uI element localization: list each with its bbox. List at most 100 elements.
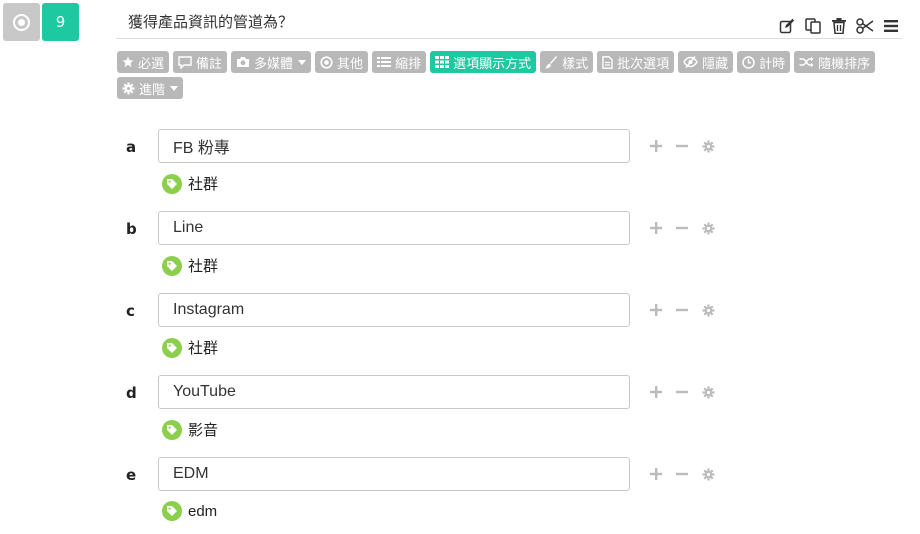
- tag-icon: [162, 419, 182, 440]
- dot-circle-icon: [320, 55, 333, 69]
- tag-label: 社群: [188, 258, 219, 275]
- file-icon: [602, 55, 613, 69]
- option-text-input[interactable]: [158, 293, 630, 327]
- question-type-badge[interactable]: [3, 3, 40, 41]
- gear-icon[interactable]: [698, 137, 718, 155]
- plus-icon[interactable]: [646, 301, 666, 319]
- option-text-input[interactable]: [158, 375, 630, 409]
- option-tag[interactable]: 影音: [162, 419, 218, 440]
- grid-icon: [435, 56, 450, 68]
- multimedia-button-label: 多媒體: [254, 56, 294, 72]
- option-tag[interactable]: 社群: [162, 255, 218, 276]
- minus-icon[interactable]: [672, 383, 692, 401]
- style-button[interactable]: 樣式: [540, 51, 594, 73]
- style-button-label: 樣式: [562, 56, 589, 72]
- menu-icon[interactable]: [880, 16, 902, 36]
- multimedia-button[interactable]: 多媒體: [231, 51, 312, 73]
- note-button-label: 備註: [196, 56, 223, 72]
- tag-icon: [162, 173, 182, 194]
- star-icon: [122, 56, 134, 67]
- tag-label: edm: [188, 502, 218, 520]
- timer-button[interactable]: 計時: [737, 51, 791, 73]
- gear-icon[interactable]: [698, 383, 718, 401]
- comment-icon: [178, 55, 192, 69]
- tag-label: 社群: [188, 176, 219, 193]
- option-letter: c: [126, 302, 135, 320]
- option-letter: a: [126, 138, 137, 156]
- minus-icon[interactable]: [672, 301, 692, 319]
- copy-icon[interactable]: [802, 16, 824, 36]
- scissors-icon[interactable]: [854, 16, 876, 36]
- option-item: a 社群: [126, 129, 726, 207]
- option-tag[interactable]: 社群: [162, 173, 218, 194]
- gear-icon: [122, 82, 135, 94]
- gear-icon[interactable]: [698, 301, 718, 319]
- plus-icon[interactable]: [646, 465, 666, 483]
- batch-options-button[interactable]: 批次選項: [597, 51, 675, 73]
- question-actions: [776, 16, 902, 36]
- tag-icon: [162, 255, 182, 276]
- required-button-label: 必選: [138, 56, 165, 72]
- indent-button[interactable]: 縮排: [372, 51, 427, 73]
- question-toolbar: 必選 備註 多媒體 其他 縮排 選項顯示方式 樣式 批次選項 隱藏 計時 隨機排…: [117, 51, 877, 99]
- timer-button-label: 計時: [759, 56, 786, 72]
- note-button[interactable]: 備註: [173, 51, 228, 73]
- other-button[interactable]: 其他: [315, 51, 369, 73]
- brush-icon: [545, 55, 558, 68]
- option-tag[interactable]: 社群: [162, 337, 218, 358]
- advanced-button[interactable]: 進階: [117, 77, 184, 99]
- option-item: d 影音: [126, 375, 726, 453]
- option-display-button-label: 選項顯示方式: [453, 56, 532, 72]
- required-button[interactable]: 必選: [117, 51, 170, 73]
- hide-button[interactable]: 隱藏: [678, 51, 734, 73]
- option-text-input[interactable]: [158, 211, 630, 245]
- caret-down-icon: [170, 85, 179, 91]
- radio-type-icon: [13, 13, 30, 31]
- random-order-button-label: 隨機排序: [818, 56, 871, 72]
- tag-icon: [162, 501, 182, 521]
- option-tag[interactable]: edm: [162, 501, 217, 521]
- minus-icon[interactable]: [672, 219, 692, 237]
- tag-label: 社群: [188, 340, 219, 357]
- option-controls: [646, 137, 718, 155]
- option-item: b 社群: [126, 211, 726, 289]
- tag-icon: [162, 337, 182, 358]
- option-controls: [646, 465, 718, 483]
- camera-icon: [237, 57, 250, 67]
- advanced-button-label: 進階: [139, 82, 166, 98]
- minus-icon[interactable]: [672, 137, 692, 155]
- random-order-button[interactable]: 隨機排序: [794, 51, 876, 73]
- plus-icon[interactable]: [646, 219, 666, 237]
- option-text-input[interactable]: [158, 129, 630, 163]
- hide-button-label: 隱藏: [702, 56, 729, 72]
- plus-icon[interactable]: [646, 383, 666, 401]
- option-letter: b: [126, 220, 137, 238]
- option-controls: [646, 219, 718, 237]
- option-controls: [646, 383, 718, 401]
- option-item: c 社群: [126, 293, 726, 371]
- gear-icon[interactable]: [698, 465, 718, 483]
- option-text-input[interactable]: [158, 457, 630, 491]
- edit-icon[interactable]: [776, 16, 798, 36]
- plus-icon[interactable]: [646, 137, 666, 155]
- indent-button-label: 縮排: [395, 56, 422, 72]
- option-controls: [646, 301, 718, 319]
- option-item: e edm: [126, 457, 726, 534]
- tag-label: 影音: [188, 422, 219, 439]
- other-button-label: 其他: [337, 56, 364, 72]
- batch-options-button-label: 批次選項: [617, 56, 670, 72]
- eye-slash-icon: [683, 56, 698, 68]
- minus-icon[interactable]: [672, 465, 692, 483]
- gear-icon[interactable]: [698, 219, 718, 237]
- list-icon: [377, 57, 392, 67]
- caret-down-icon: [298, 59, 307, 65]
- option-letter: e: [126, 466, 137, 484]
- clock-icon: [742, 55, 755, 69]
- question-title[interactable]: 獲得產品資訊的管道為？: [128, 11, 293, 32]
- trash-icon[interactable]: [828, 16, 850, 36]
- shuffle-icon: [799, 56, 814, 68]
- option-display-button[interactable]: 選項顯示方式: [430, 51, 537, 73]
- option-letter: d: [126, 384, 137, 402]
- question-header: 獲得產品資訊的管道為？: [116, 4, 902, 39]
- question-number-badge: 9: [42, 3, 79, 41]
